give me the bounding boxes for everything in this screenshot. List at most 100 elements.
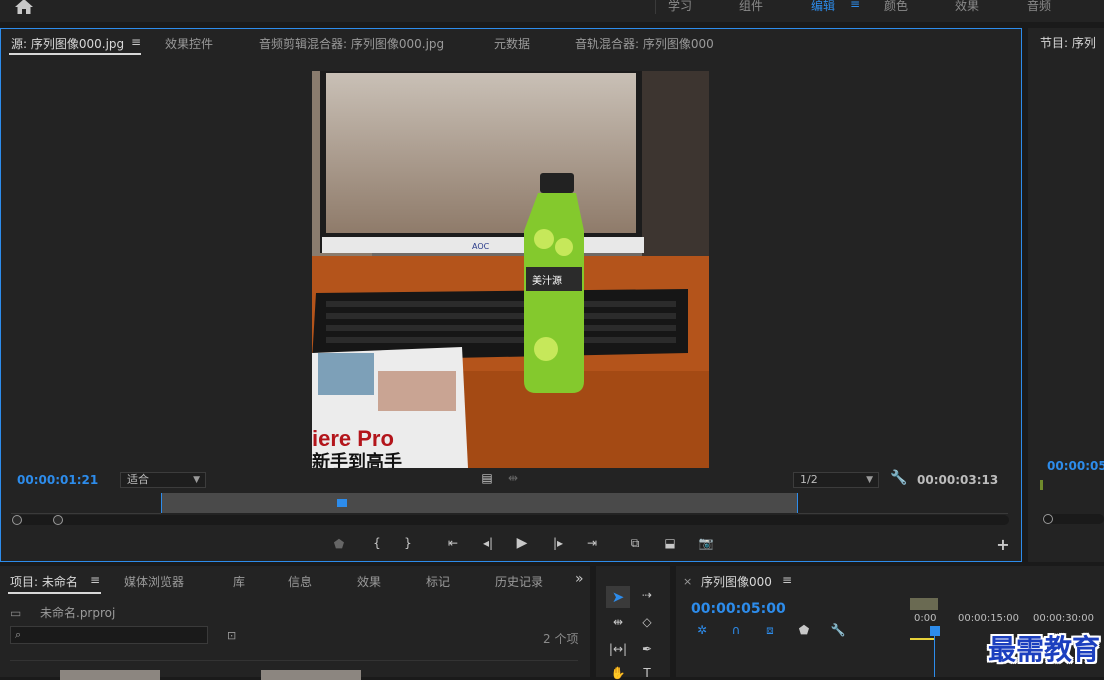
active-tab-indicator	[8, 592, 101, 594]
chevron-down-icon: ▼	[193, 475, 200, 485]
selection-tool-icon[interactable]: ➤	[608, 588, 628, 606]
tab-audio-clip-mixer[interactable]: 音频剪辑混合器: 序列图像000.jpg	[259, 35, 444, 52]
home-icon[interactable]	[14, 0, 34, 16]
linked-selection-icon[interactable]: ⧈	[762, 623, 778, 638]
nest-icon[interactable]: ✲	[694, 623, 710, 637]
zoom-scrollbar[interactable]	[11, 515, 1009, 525]
divider	[655, 0, 656, 14]
monitor-brand: AOC	[472, 242, 490, 251]
clip-thumbnail[interactable]	[261, 670, 361, 680]
workspace-audio[interactable]: 音频	[1027, 0, 1051, 14]
timeline-timecode[interactable]: 00:00:05:00	[691, 601, 786, 617]
more-tabs-icon[interactable]: »	[575, 571, 584, 587]
tab-program[interactable]: 节目: 序列	[1040, 34, 1096, 51]
tab-metadata[interactable]: 元数据	[494, 35, 530, 52]
fit-dropdown[interactable]: 适合 ▼	[120, 472, 206, 488]
close-icon[interactable]: ×	[683, 575, 692, 588]
track-select-icon[interactable]: ⇢	[637, 588, 657, 602]
play-icon[interactable]: ▶	[513, 535, 531, 551]
project-search-field[interactable]: ⌕	[10, 626, 208, 644]
program-scrollbar[interactable]	[1042, 514, 1104, 524]
ruler-left-track	[11, 499, 161, 514]
fit-dropdown-value: 适合	[127, 473, 149, 486]
clip-thumbnail[interactable]	[60, 670, 160, 680]
scroll-handle-right[interactable]	[53, 515, 63, 525]
panel-menu-icon[interactable]: ≡	[782, 573, 792, 587]
workspace-menu-icon[interactable]: ≡	[850, 0, 860, 11]
camera-icon[interactable]: 📷	[697, 536, 715, 550]
tab-libraries[interactable]: 库	[233, 573, 245, 590]
step-back-icon[interactable]: ◂|	[479, 536, 497, 550]
tab-info[interactable]: 信息	[288, 573, 312, 590]
workspace-bar: 学习 组件 编辑 ≡ 颜色 效果 音频	[0, 0, 1104, 22]
tab-effect-controls[interactable]: 效果控件	[165, 35, 213, 52]
tab-audio-track-mixer[interactable]: 音轨混合器: 序列图像000	[575, 35, 714, 52]
ruler-label-15: 00:00:15:00	[958, 613, 1020, 624]
add-marker-icon[interactable]: ⬟	[796, 623, 812, 637]
resolution-value: 1/2	[800, 473, 818, 486]
active-tab-indicator	[9, 53, 141, 55]
insert-icon[interactable]: ⧉	[625, 536, 645, 551]
resolution-dropdown[interactable]: 1/2 ▼	[793, 472, 879, 488]
panel-menu-icon[interactable]: ≡	[90, 573, 100, 587]
bottle-brand: 美汁源	[532, 274, 562, 287]
mark-out-icon[interactable]: }	[401, 536, 415, 550]
add-button-icon[interactable]: +	[995, 535, 1011, 554]
step-forward-icon[interactable]: |▸	[549, 536, 567, 550]
drag-audio-icon[interactable]: ⇹	[504, 471, 522, 485]
go-to-in-icon[interactable]: ⇤	[444, 536, 462, 550]
razor-icon[interactable]: ◇	[637, 615, 657, 629]
tab-project[interactable]: 项目: 未命名	[10, 573, 78, 590]
program-marker	[1040, 480, 1043, 490]
tab-effects[interactable]: 效果	[357, 573, 381, 590]
tab-history[interactable]: 历史记录	[495, 573, 543, 590]
playhead[interactable]	[337, 499, 347, 507]
viewer-photo: AOC iere Pro 新手到高手 美汁源	[312, 71, 709, 468]
scroll-handle[interactable]	[1043, 514, 1053, 524]
hand-icon[interactable]: ✋	[608, 666, 628, 680]
go-to-out-icon[interactable]: ⇥	[583, 536, 601, 550]
tab-source[interactable]: 源: 序列图像000.jpg	[11, 35, 124, 52]
item-count: 2 个项	[543, 632, 579, 646]
new-bin-search-icon[interactable]: ⊡	[227, 629, 236, 642]
ruler-label-30: 00:00:30:00	[1033, 613, 1095, 624]
overwrite-icon[interactable]: ⬓	[660, 536, 680, 550]
add-marker-icon[interactable]: ⬟	[332, 537, 346, 551]
type-tool-icon[interactable]: T	[637, 666, 657, 680]
source-monitor-panel: 源: 序列图像000.jpg ≡ 效果控件 音频剪辑混合器: 序列图像000.j…	[0, 28, 1022, 562]
wrench-icon[interactable]: 🔧	[890, 470, 908, 486]
ripple-edit-icon[interactable]: ⇹	[608, 615, 628, 629]
workspace-effects[interactable]: 效果	[955, 0, 979, 14]
search-icon: ⌕	[15, 628, 22, 641]
source-viewer-image: AOC iere Pro 新手到高手 美汁源	[312, 71, 709, 468]
tab-media-browser[interactable]: 媒体浏览器	[124, 573, 184, 590]
scroll-handle-left[interactable]	[12, 515, 22, 525]
source-time-ruler[interactable]	[161, 493, 798, 513]
tab-sequence[interactable]: 序列图像000	[701, 573, 772, 590]
snap-icon[interactable]: ∩	[728, 623, 744, 637]
panel-menu-icon[interactable]: ≡	[131, 35, 141, 49]
workspace-editing[interactable]: 编辑	[811, 0, 835, 14]
playhead-line	[934, 636, 935, 677]
slip-icon[interactable]: |↔|	[608, 642, 628, 656]
tab-markers[interactable]: 标记	[426, 573, 450, 590]
divider	[10, 660, 578, 661]
workspace-color[interactable]: 颜色	[884, 0, 908, 14]
project-panel: 项目: 未命名 ≡ 媒体浏览器 库 信息 效果 标记 历史记录 » ▭ 未命名.…	[0, 566, 590, 680]
program-timecode[interactable]: 00:00:05	[1047, 459, 1104, 473]
project-folder-icon: ▭	[10, 606, 22, 620]
mark-in-icon[interactable]: {	[370, 536, 384, 550]
source-current-timecode[interactable]: 00:00:01:21	[17, 473, 98, 487]
drag-video-icon[interactable]: ▤	[480, 471, 494, 485]
wrench-icon[interactable]: 🔧	[830, 623, 846, 637]
work-area-bar[interactable]	[910, 598, 938, 610]
ruler-label-0: 0:00	[914, 613, 937, 624]
workspace-assembly[interactable]: 组件	[739, 0, 763, 14]
program-monitor-panel: 节目: 序列 00:00:05	[1028, 28, 1104, 562]
workspace-learn[interactable]: 学习	[668, 0, 692, 14]
chevron-down-icon: ▼	[866, 475, 873, 485]
in-marker	[161, 493, 162, 513]
watermark-logo: 最需教育	[987, 633, 1100, 666]
pen-icon[interactable]: ✒	[637, 642, 657, 656]
timeline-playhead[interactable]	[930, 626, 940, 636]
